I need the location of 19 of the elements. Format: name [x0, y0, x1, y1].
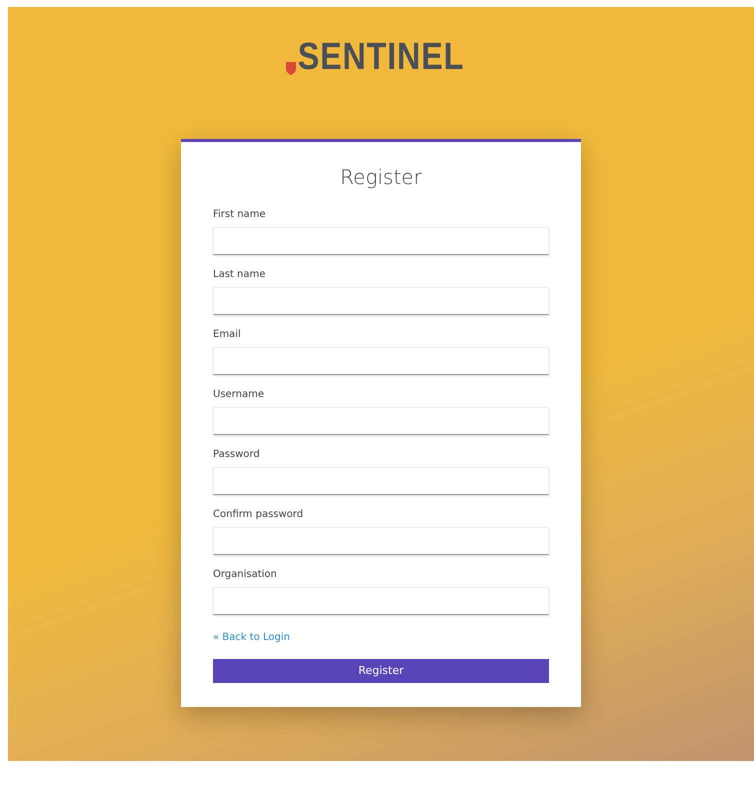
back-to-login-link[interactable]: « Back to Login [213, 630, 290, 645]
input-field[interactable] [213, 467, 549, 495]
field-label: Username [213, 388, 265, 402]
shield-icon [285, 61, 298, 75]
field-label: First name [213, 208, 267, 222]
register-button[interactable]: Register [213, 659, 549, 683]
field-label: Last name [213, 268, 266, 282]
field-label: Email [213, 328, 242, 342]
field-label: Confirm password [213, 508, 304, 522]
field-label: Password [213, 448, 261, 462]
input-field[interactable] [213, 287, 549, 315]
input-field[interactable] [213, 407, 549, 435]
form-title: Register [339, 164, 423, 191]
logo: SENTINEL [298, 38, 464, 76]
input-field[interactable] [213, 227, 549, 255]
field-label: Organisation [213, 568, 278, 582]
input-field[interactable] [213, 527, 549, 555]
input-field[interactable] [213, 347, 549, 375]
input-field[interactable] [213, 587, 549, 615]
